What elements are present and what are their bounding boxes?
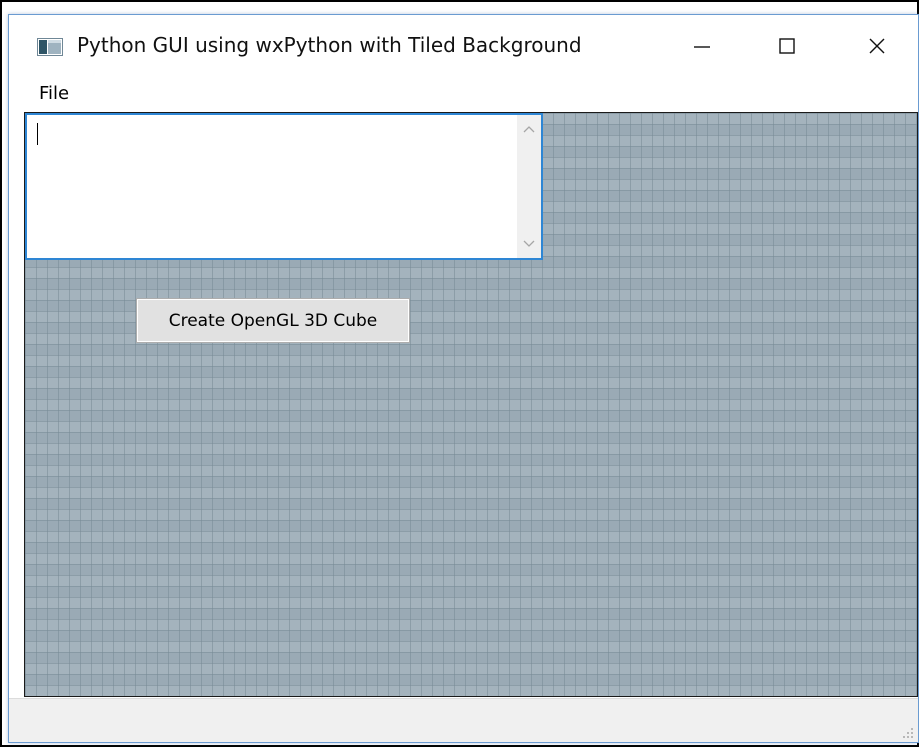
multiline-text-input[interactable]	[27, 115, 515, 258]
close-icon	[869, 38, 885, 54]
maximize-icon	[779, 38, 795, 54]
close-button[interactable]	[846, 23, 908, 69]
page-frame: Python GUI using wxPython with Tiled Bac…	[0, 0, 919, 747]
minimize-icon	[694, 46, 710, 48]
scroll-up-button[interactable]	[517, 117, 541, 141]
text-caret	[37, 123, 38, 145]
status-bar	[9, 698, 918, 742]
menu-bar: File	[9, 81, 918, 111]
menu-item-file[interactable]: File	[35, 83, 73, 104]
tiled-background-panel: Create OpenGL 3D Cube	[24, 112, 918, 697]
minimize-button[interactable]	[671, 23, 733, 69]
text-area-container	[25, 113, 543, 260]
window-title: Python GUI using wxPython with Tiled Bac…	[77, 33, 582, 57]
vertical-scrollbar[interactable]	[517, 115, 541, 258]
maximize-button[interactable]	[756, 23, 818, 69]
scroll-down-button[interactable]	[517, 232, 541, 256]
create-opengl-cube-button[interactable]: Create OpenGL 3D Cube	[136, 298, 410, 343]
chevron-down-icon	[523, 240, 535, 247]
chevron-up-icon	[523, 126, 535, 133]
title-bar[interactable]: Python GUI using wxPython with Tiled Bac…	[9, 15, 918, 79]
resize-grip-icon[interactable]	[900, 725, 914, 739]
app-icon	[37, 38, 63, 56]
app-window: Python GUI using wxPython with Tiled Bac…	[8, 14, 919, 743]
